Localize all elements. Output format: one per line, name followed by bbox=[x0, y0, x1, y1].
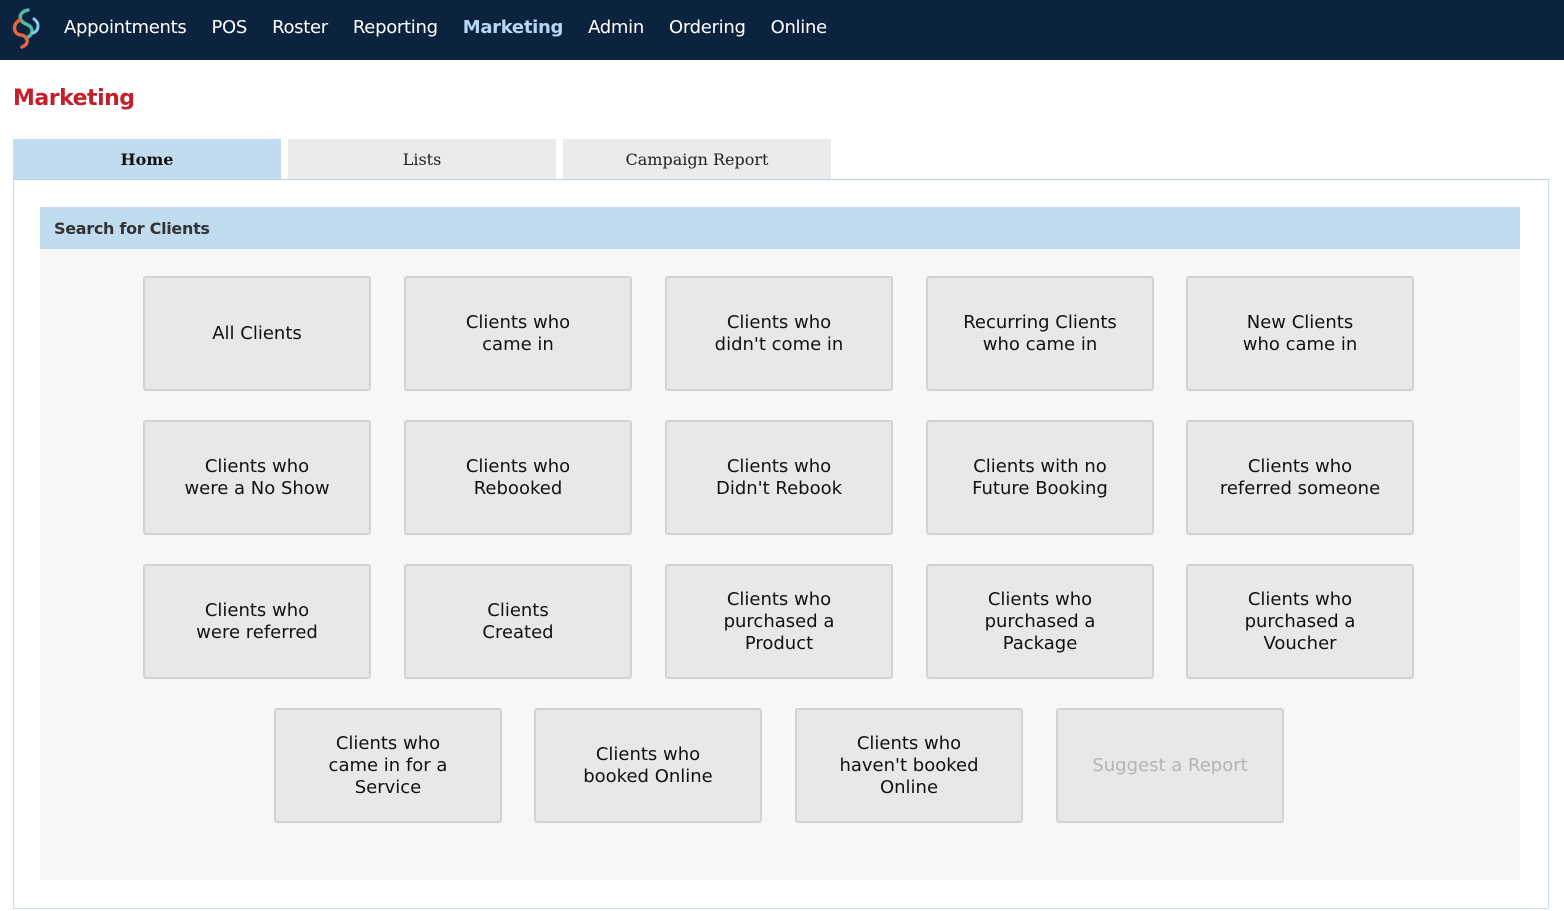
tile-new-clients-who-came-in[interactable]: New Clients who came in bbox=[1186, 276, 1414, 391]
nav-online[interactable]: Online bbox=[771, 17, 828, 38]
tile-clients-havent-booked-online[interactable]: Clients who haven't booked Online bbox=[795, 708, 1023, 823]
tile-clients-created[interactable]: Clients Created bbox=[404, 564, 632, 679]
app-logo-icon[interactable] bbox=[8, 7, 44, 49]
tile-clients-referred-someone[interactable]: Clients who referred someone bbox=[1186, 420, 1414, 535]
tile-suggest-a-report[interactable]: Suggest a Report bbox=[1056, 708, 1284, 823]
tile-clients-didnt-rebook[interactable]: Clients who Didn't Rebook bbox=[665, 420, 893, 535]
tile-clients-who-didnt-come-in[interactable]: Clients who didn't come in bbox=[665, 276, 893, 391]
tile-clients-purchased-voucher[interactable]: Clients who purchased a Voucher bbox=[1186, 564, 1414, 679]
nav-reporting[interactable]: Reporting bbox=[353, 17, 438, 38]
nav-marketing[interactable]: Marketing bbox=[463, 17, 564, 38]
page-title: Marketing bbox=[13, 86, 135, 111]
tile-clients-rebooked[interactable]: Clients who Rebooked bbox=[404, 420, 632, 535]
top-navigation-bar: Appointments POS Roster Reporting Market… bbox=[0, 0, 1564, 60]
section-header: Search for Clients bbox=[40, 207, 1520, 249]
tile-clients-no-show[interactable]: Clients who were a No Show bbox=[143, 420, 371, 535]
tile-recurring-clients-who-came-in[interactable]: Recurring Clients who came in bbox=[926, 276, 1154, 391]
nav-appointments[interactable]: Appointments bbox=[64, 17, 187, 38]
tile-clients-no-future-booking[interactable]: Clients with no Future Booking bbox=[926, 420, 1154, 535]
nav-pos[interactable]: POS bbox=[212, 17, 248, 38]
nav-admin[interactable]: Admin bbox=[588, 17, 644, 38]
nav-ordering[interactable]: Ordering bbox=[669, 17, 746, 38]
tab-home[interactable]: Home bbox=[13, 139, 281, 179]
tile-clients-came-in-for-service[interactable]: Clients who came in for a Service bbox=[274, 708, 502, 823]
nav-roster[interactable]: Roster bbox=[272, 17, 328, 38]
tab-campaign-report[interactable]: Campaign Report bbox=[563, 139, 831, 179]
section-title: Search for Clients bbox=[54, 218, 210, 238]
tile-all-clients[interactable]: All Clients bbox=[143, 276, 371, 391]
tile-clients-who-came-in[interactable]: Clients who came in bbox=[404, 276, 632, 391]
tile-clients-purchased-package[interactable]: Clients who purchased a Package bbox=[926, 564, 1154, 679]
main-nav: Appointments POS Roster Reporting Market… bbox=[64, 0, 852, 54]
tile-clients-were-referred[interactable]: Clients who were referred bbox=[143, 564, 371, 679]
tile-clients-purchased-product[interactable]: Clients who purchased a Product bbox=[665, 564, 893, 679]
tab-lists[interactable]: Lists bbox=[288, 139, 556, 179]
tile-clients-booked-online[interactable]: Clients who booked Online bbox=[534, 708, 762, 823]
